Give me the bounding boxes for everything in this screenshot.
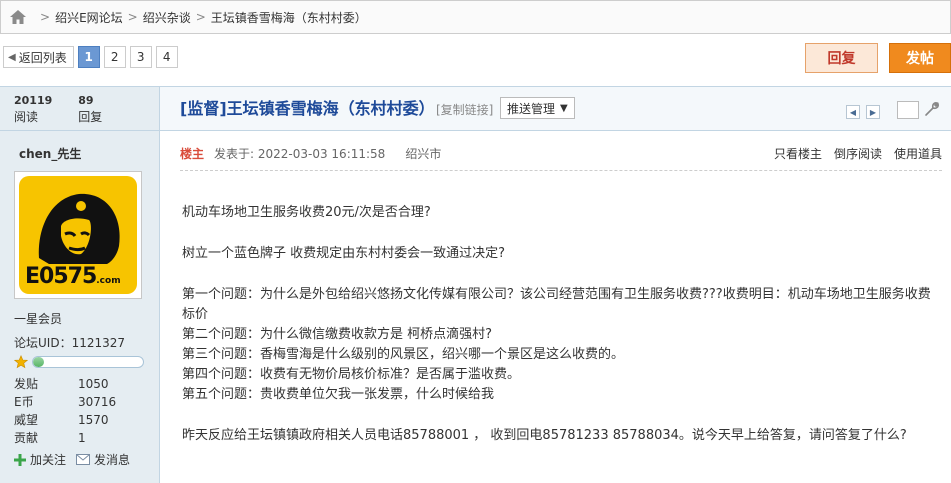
breadcrumb-forum-home[interactable]: 绍兴E网论坛	[55, 9, 123, 26]
post-line: 第五个问题：贵收费单位欠我一张发票，什么时候给我	[182, 387, 495, 402]
push-manage-dropdown[interactable]: 推送管理 ▼	[500, 97, 575, 119]
breadcrumb-thread[interactable]: 王坛镇香雪梅海（东村村委）	[211, 9, 367, 26]
reverse-order-link[interactable]: 倒序阅读	[834, 145, 882, 162]
envelope-icon	[76, 454, 91, 465]
post-line: 第三个问题：香梅雪海是什么级别的风景区，绍兴哪一个景区是这么收费的。	[182, 347, 625, 362]
back-to-list-button[interactable]: ◀ 返回列表	[3, 46, 74, 68]
star-icon	[14, 355, 28, 369]
home-icon[interactable]	[1, 1, 35, 33]
follow-button[interactable]: 加关注	[14, 451, 66, 468]
avatar-text: E0575.com	[25, 264, 121, 289]
message-label: 发消息	[94, 453, 131, 467]
reply-button[interactable]: 回复	[805, 43, 878, 73]
breadcrumb-separator: >	[195, 10, 206, 24]
thread-stats: 20119 阅读 89 回复	[0, 87, 160, 130]
wrench-icon[interactable]	[924, 101, 940, 120]
page-3-button[interactable]: 3	[129, 46, 152, 68]
stat-label: E币	[14, 395, 34, 409]
uid-row: 论坛UID：1121327	[14, 334, 125, 351]
author-tag: 楼主	[180, 147, 205, 161]
post-tools: 只看楼主 倒序阅读 使用道具	[762, 145, 942, 162]
stat-label: 发贴	[14, 377, 39, 391]
member-rank: 一星会员	[14, 312, 63, 326]
caret-down-icon: ▼	[560, 102, 568, 114]
stat-value: 1570	[78, 413, 109, 427]
chevron-left-icon: ◀	[8, 51, 16, 63]
prev-thread-icon[interactable]: ◀	[846, 105, 860, 119]
level-progress-bar	[32, 356, 144, 368]
use-item-link[interactable]: 使用道具	[894, 145, 942, 162]
post-line: 第四个问题：收费有无物价局核价标准？是否属于滥收费。	[182, 367, 521, 382]
replies-count: 89	[78, 94, 94, 107]
post-line: 第二个问题：为什么微信缴费收款方是 柯桥点滴强村?	[182, 327, 493, 342]
back-to-list-label: 返回列表	[18, 50, 67, 65]
page-1-button[interactable]: 1	[77, 46, 100, 68]
stat-posts: 发贴 1050	[14, 375, 116, 393]
breadcrumb-separator: >	[127, 10, 138, 24]
post-location: 绍兴市	[405, 147, 442, 161]
replies-label: 回复	[78, 110, 103, 124]
page-2-button[interactable]: 2	[103, 46, 126, 68]
stat-value: 1050	[78, 377, 109, 391]
stat-label: 威望	[14, 413, 39, 427]
stat-label: 贡献	[14, 431, 39, 445]
stat-value: 1	[78, 431, 86, 445]
avatar-image: E0575.com	[19, 176, 137, 294]
copy-link[interactable]: [复制链接]	[436, 101, 493, 118]
level-indicator	[14, 355, 144, 369]
replies-stat: 89 回复	[78, 93, 102, 130]
author-name[interactable]: chen_先生	[19, 145, 81, 162]
page-4-button[interactable]: 4	[155, 46, 178, 68]
breadcrumb-separator: >	[40, 10, 51, 24]
breadcrumb-board[interactable]: 绍兴杂谈	[143, 9, 191, 26]
font-size-box[interactable]	[897, 101, 919, 119]
level-progress-fill	[33, 357, 44, 367]
plus-icon	[14, 453, 26, 466]
pagination: ◀ 返回列表 1 2 3 4	[0, 42, 182, 72]
views-label: 阅读	[14, 110, 39, 124]
uid-label: 论坛UID：	[14, 336, 72, 350]
post-line: 树立一个蓝色牌子 收费规定由东村村委会一致通过决定?	[182, 246, 506, 261]
stat-contribution: 贡献 1	[14, 429, 116, 447]
only-author-link[interactable]: 只看楼主	[774, 145, 822, 162]
views-stat: 20119 阅读	[14, 93, 52, 130]
views-count: 20119	[14, 94, 53, 107]
next-thread-icon[interactable]: ▶	[866, 105, 880, 119]
follow-label: 加关注	[30, 453, 67, 467]
send-message-button[interactable]: 发消息	[76, 451, 130, 468]
breadcrumb: > 绍兴E网论坛 > 绍兴杂谈 > 王坛镇香雪梅海（东村村委）	[0, 0, 951, 34]
new-post-button[interactable]: 发帖	[889, 43, 951, 73]
post-line: 昨天反应给王坛镇镇政府相关人员电话85788001 ， 收到回电85781233…	[182, 428, 907, 443]
avatar[interactable]: E0575.com	[14, 171, 142, 299]
push-manage-label: 推送管理	[507, 101, 556, 116]
post-timestamp: 发表于: 2022-03-03 16:11:58	[214, 147, 386, 161]
post-line: 机动车场地卫生服务收费20元/次是否合理?	[182, 205, 431, 220]
post-meta: 楼主 发表于: 2022-03-03 16:11:58 绍兴市 只看楼主 倒序阅…	[180, 145, 942, 171]
post-content: 机动车场地卫生服务收费20元/次是否合理? 树立一个蓝色牌子 收费规定由东村村委…	[182, 203, 942, 446]
thread-title: [监督]王坛镇香雪梅海（东村村委）	[180, 99, 435, 118]
author-stats: 发贴 1050 E币 30716 威望 1570 贡献 1	[14, 375, 116, 447]
thread-header: 20119 阅读 89 回复 [监督]王坛镇香雪梅海（东村村委） [复制链接] …	[0, 86, 951, 131]
stat-prestige: 威望 1570	[14, 411, 116, 429]
uid-value: 1121327	[71, 336, 126, 350]
stat-value: 30716	[78, 395, 117, 409]
stat-coins: E币 30716	[14, 393, 116, 411]
author-panel: chen_先生 E0575.com 一星会员 论坛UID：1121327 发贴 1…	[0, 131, 160, 483]
post-line: 第一个问题：为什么是外包给绍兴悠扬文化传媒有限公司？该公司经营范围有卫生服务收费…	[182, 287, 931, 322]
author-actions: 加关注 发消息	[14, 451, 140, 468]
